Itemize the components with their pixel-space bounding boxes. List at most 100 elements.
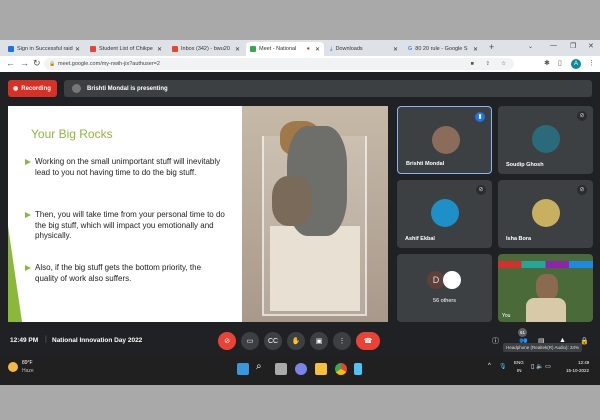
participant-name: Brishti Mondal: [406, 161, 445, 167]
participant-name: Isha Bora: [506, 236, 532, 242]
language-indicator[interactable]: ENG: [514, 360, 524, 365]
search-icon[interactable]: ⌕: [256, 361, 262, 372]
camera-toggle-button[interactable]: ▭: [241, 332, 259, 350]
back-button[interactable]: ←: [6, 58, 15, 68]
network-volume-battery-icons[interactable]: ▯ 🔈 ▭: [531, 363, 551, 370]
leave-call-button[interactable]: ☎: [356, 332, 380, 350]
side-panel-icon[interactable]: ▯: [558, 59, 562, 67]
present-icon: ▣: [315, 338, 323, 345]
tab-downloads[interactable]: ⤓ Downloads ✕: [326, 42, 402, 56]
tab-sign-in[interactable]: Sign in Successful raid ✕: [4, 42, 84, 56]
presenting-banner: Brishti Mondal is presenting: [64, 80, 592, 97]
extensions-icon[interactable]: ✱: [544, 59, 550, 67]
windows-taskbar: 89°F Haze ⌕ ^ 🎙 ENG IN ▯ 🔈 ▭ 12:49 15-10…: [0, 356, 600, 385]
share-icon[interactable]: ⇪: [485, 58, 490, 70]
close-tab-icon[interactable]: ✕: [315, 46, 320, 53]
recording-badge[interactable]: ◉ Recording: [8, 80, 57, 97]
participant-tile-brishti[interactable]: ▮ Brishti Mondal: [397, 106, 492, 174]
divider: |: [45, 336, 47, 343]
google-icon: G: [408, 46, 413, 52]
region-indicator[interactable]: IN: [517, 368, 522, 373]
reload-button[interactable]: ↻: [33, 58, 41, 69]
menu-icon[interactable]: ⋮: [588, 59, 595, 67]
slide-bullet: Also, if the big stuff gets the bottom p…: [25, 263, 225, 284]
start-button[interactable]: [237, 363, 249, 375]
tab-label: Student List of Chikpe: [99, 46, 153, 52]
teams-chat-icon[interactable]: [295, 363, 307, 375]
participant-avatar: [431, 199, 459, 227]
clock-date[interactable]: 15-10-2022: [566, 368, 589, 373]
new-tab-button[interactable]: +: [489, 42, 494, 52]
more-icon: ⋮: [338, 338, 346, 345]
forward-button[interactable]: →: [20, 58, 29, 68]
participant-tile-isha[interactable]: ⊘ Isha Bora: [498, 180, 593, 248]
task-view-icon[interactable]: [275, 363, 287, 375]
tab-label: Inbox (342) - bwu20: [181, 46, 230, 52]
file-explorer-icon[interactable]: [315, 363, 327, 375]
mic-toggle-button[interactable]: ⊘: [218, 332, 236, 350]
close-tab-icon[interactable]: ✕: [393, 46, 398, 53]
participant-name: Ashif Ekbal: [405, 236, 435, 242]
tab-search-icon[interactable]: ⌄: [528, 43, 533, 50]
participant-tile-ashif[interactable]: ⊘ Ashif Ekbal: [397, 180, 492, 248]
clock-time[interactable]: 12:49: [578, 360, 589, 365]
self-video-tile[interactable]: You: [498, 254, 593, 322]
url-input[interactable]: 🔒 meet.google.com/my-nwih-jix?authuser=2 …: [44, 58, 514, 70]
other-participant-avatar: [443, 271, 461, 289]
meeting-title: National Innovation Day 2022: [52, 337, 143, 344]
profile-avatar[interactable]: A: [571, 59, 581, 69]
close-window-button[interactable]: ✕: [588, 42, 594, 50]
participant-avatar: [432, 126, 460, 154]
chrome-icon[interactable]: [335, 363, 347, 375]
participant-avatar: [532, 125, 560, 153]
mic-off-icon: ⊘: [224, 338, 230, 345]
hang-up-icon: ☎: [363, 338, 373, 345]
phone-link-icon[interactable]: [354, 363, 362, 375]
mic-off-icon: ⊘: [577, 111, 587, 121]
others-tile[interactable]: D 56 others: [397, 254, 492, 322]
slide-bullet: Working on the small unimportant stuff w…: [25, 157, 225, 178]
meet-icon: [250, 46, 256, 52]
recording-label: Recording: [21, 85, 51, 92]
camera-icon[interactable]: ■: [471, 58, 474, 70]
url-text: meet.google.com/my-nwih-jix?authuser=2: [58, 61, 160, 67]
weather-icon[interactable]: [8, 362, 18, 372]
raise-hand-button[interactable]: ✋: [287, 332, 305, 350]
show-hidden-icons[interactable]: ^: [488, 363, 491, 369]
restore-button[interactable]: ❐: [570, 42, 576, 50]
others-count: 56 others: [433, 298, 456, 304]
mic-off-icon: ⊘: [476, 185, 486, 195]
close-tab-icon[interactable]: ✕: [235, 46, 240, 53]
tab-inbox[interactable]: Inbox (342) - bwu20 ✕: [168, 42, 244, 56]
meeting-details-icon[interactable]: ⓘ: [492, 336, 499, 346]
presenting-text: Brishti Mondal is presenting: [87, 85, 168, 92]
captions-button[interactable]: CC: [264, 332, 282, 350]
slide-title: Your Big Rocks: [31, 127, 113, 141]
more-options-button[interactable]: ⋮: [333, 332, 351, 350]
camera-icon: ▭: [246, 338, 254, 345]
close-tab-icon[interactable]: ✕: [157, 46, 162, 53]
weather-temp: 89°F: [22, 360, 33, 366]
tab-label: Meet - National: [259, 46, 297, 52]
bookmark-star-icon[interactable]: ☆: [501, 58, 506, 70]
close-tab-icon[interactable]: ✕: [473, 46, 478, 53]
slide-bullet: Then, you will take time from your perso…: [25, 210, 225, 242]
slide-accent-shape: [8, 226, 22, 322]
participant-tile-soudip[interactable]: ⊘ Soudip Ghosh: [498, 106, 593, 174]
microphone-icon: 🎙: [499, 364, 507, 370]
tab-meet[interactable]: Meet - National ● ✕: [246, 42, 324, 56]
tab-student-list[interactable]: Student List of Chikpe ✕: [86, 42, 166, 56]
tab-google-search[interactable]: G 80 20 rule - Google S ✕: [404, 42, 482, 56]
slide-image-rocks-in-glass: [242, 106, 388, 322]
close-tab-icon[interactable]: ✕: [75, 46, 80, 53]
tab-label: Sign in Successful raid: [17, 46, 73, 52]
hand-icon: ✋: [291, 338, 301, 345]
address-bar-row: ← → ↻ 🔒 meet.google.com/my-nwih-jix?authu…: [0, 56, 600, 72]
presenter-avatar: [72, 84, 81, 93]
recording-icon: ◉: [13, 86, 19, 92]
minimize-button[interactable]: —: [550, 42, 557, 49]
present-button[interactable]: ▣: [310, 332, 328, 350]
tab-favicon: [8, 46, 14, 52]
participant-count-badge: 61: [518, 328, 527, 337]
captions-icon: CC: [267, 337, 279, 345]
